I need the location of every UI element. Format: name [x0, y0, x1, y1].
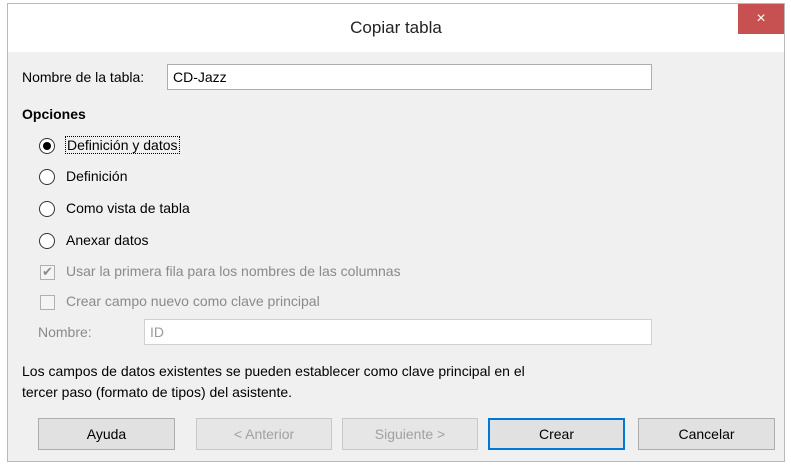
table-name-input[interactable]: CD-Jazz	[167, 64, 652, 90]
cancel-button[interactable]: Cancelar	[638, 418, 775, 450]
checkmark-icon: ✔	[40, 265, 55, 280]
radio-label: Definición	[66, 168, 128, 184]
checkbox-label: Crear campo nuevo como clave principal	[66, 293, 320, 309]
dialog-title: Copiar tabla	[350, 18, 442, 37]
options-heading: Opciones	[22, 106, 86, 122]
dialog-body: Nombre de la tabla: CD-Jazz Opciones Def…	[8, 52, 784, 463]
info-text-line-1: Los campos de datos existentes se pueden…	[22, 363, 525, 379]
checkbox-icon	[40, 295, 55, 310]
radio-selected-icon	[39, 138, 55, 154]
info-text-line-2: tercer paso (formato de tipos) del asist…	[22, 384, 293, 400]
create-button[interactable]: Crear	[488, 418, 625, 450]
copy-table-dialog: Copiar tabla × Nombre de la tabla: CD-Ja…	[7, 3, 785, 462]
radio-icon	[39, 201, 55, 217]
title-bar: Copiar tabla ×	[8, 4, 784, 52]
help-button[interactable]: Ayuda	[38, 418, 175, 450]
previous-button[interactable]: < Anterior	[196, 418, 332, 450]
radio-definition-and-data[interactable]: Definición y datos	[39, 136, 339, 158]
checkbox-create-primary-key[interactable]: Crear campo nuevo como clave principal	[39, 292, 479, 314]
radio-as-table-view[interactable]: Como vista de tabla	[39, 199, 339, 221]
radio-label: Anexar datos	[66, 232, 149, 248]
table-name-label: Nombre de la tabla:	[22, 69, 145, 85]
radio-label: Como vista de tabla	[66, 200, 190, 216]
radio-label: Definición y datos	[65, 136, 180, 154]
pk-name-label: Nombre:	[38, 324, 92, 340]
close-icon: ×	[756, 10, 766, 27]
next-button[interactable]: Siguiente >	[342, 418, 478, 450]
radio-definition[interactable]: Definición	[39, 167, 339, 189]
checkbox-use-first-row[interactable]: ✔ Usar la primera fila para los nombres …	[39, 262, 479, 284]
checkbox-label: Usar la primera fila para los nombres de…	[66, 263, 401, 279]
radio-icon	[39, 233, 55, 249]
radio-append-data[interactable]: Anexar datos	[39, 231, 339, 253]
pk-name-input[interactable]: ID	[144, 319, 652, 345]
close-button[interactable]: ×	[738, 4, 784, 34]
radio-icon	[39, 169, 55, 185]
